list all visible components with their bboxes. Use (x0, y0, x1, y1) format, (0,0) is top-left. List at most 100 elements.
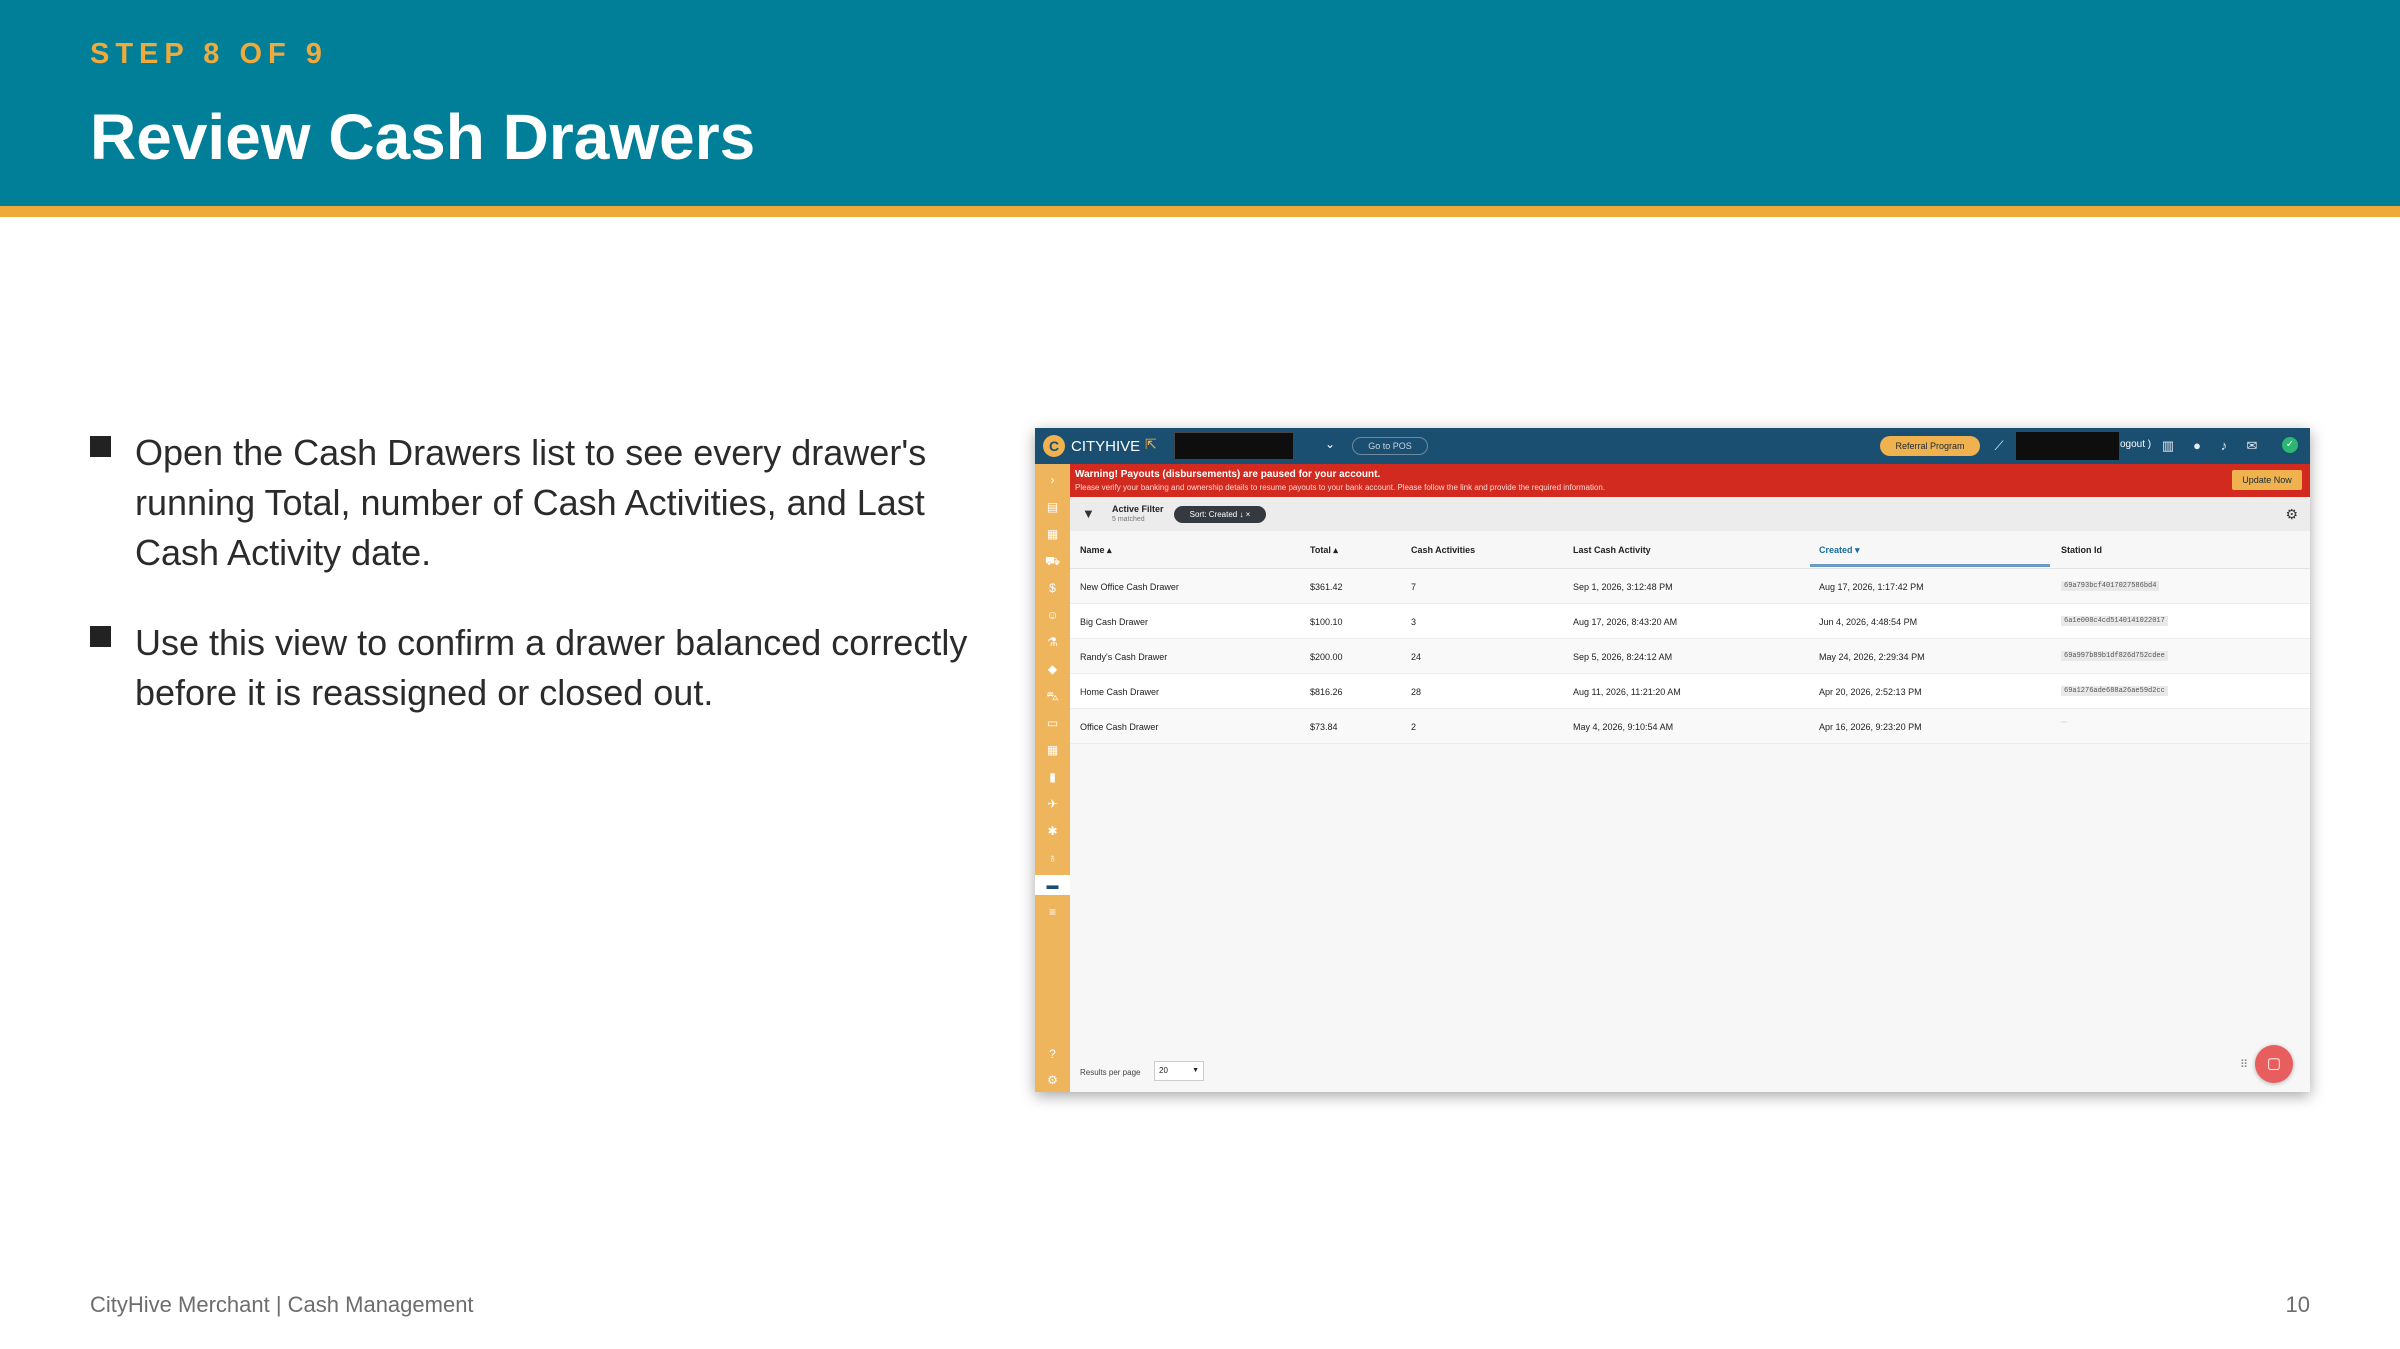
cash-drawer-icon[interactable]: ▬ (1035, 875, 1070, 895)
bullet-square-icon (90, 436, 111, 457)
analytics-icon[interactable]: ▥ (2159, 437, 2177, 455)
store-selector[interactable] (1174, 432, 1294, 460)
slide-header: STEP 8 OF 9 Review Cash Drawers (0, 0, 2400, 206)
dollar-icon[interactable]: $ (1035, 578, 1070, 598)
lightbulb-icon[interactable]: ♁ (1035, 848, 1070, 868)
update-now-button[interactable]: Update Now (2232, 470, 2302, 490)
puzzle-icon[interactable]: ✱ (1035, 821, 1070, 841)
slide: STEP 8 OF 9 Review Cash Drawers Open the… (0, 0, 2400, 1349)
id-card-icon[interactable]: ▭ (1035, 713, 1070, 733)
filter-funnel-icon[interactable]: ▼ (1082, 506, 1095, 521)
book-icon[interactable]: ▮ (1035, 767, 1070, 787)
filter-bar: ▼ Active Filter 5 matched Sort: Created … (1070, 497, 2310, 531)
step-indicator: STEP 8 OF 9 (90, 38, 328, 70)
external-link-icon[interactable]: ⇱ (1145, 436, 1161, 452)
chart-icon[interactable]: ⟋ (1990, 437, 2008, 455)
table-row[interactable]: New Office Cash Drawer $361.42 7 Sep 1, 202… (1070, 569, 2310, 604)
payout-warning-banner: Warning! Payouts (disbursements) are pau… (1070, 464, 2310, 497)
database-icon[interactable]: ≡ (1035, 902, 1070, 922)
cell-total: $73.84 (1310, 722, 1338, 732)
cell-name: Big Cash Drawer (1080, 617, 1149, 627)
brand-name: CITYHIVE (1071, 438, 1141, 455)
gear-icon[interactable]: ⚙ (2285, 506, 2298, 523)
bullet-square-icon (90, 626, 111, 647)
cell-total: $361.42 (1310, 582, 1343, 592)
flask-icon[interactable]: ⚗ (1035, 632, 1070, 652)
cell-total: $100.10 (1310, 617, 1343, 627)
column-header-cash-activities[interactable]: Cash Activities (1411, 545, 1475, 555)
notifications-icon[interactable]: ✉ (2243, 437, 2261, 455)
matched-count: 5 matched (1112, 516, 1145, 523)
plane-icon[interactable]: ✈ (1035, 794, 1070, 814)
column-header-created[interactable]: Created ▾ (1819, 545, 1860, 556)
inventory-icon[interactable]: ▦ (1035, 524, 1070, 544)
settings-icon[interactable]: ⚙ (1035, 1070, 1070, 1090)
cell-total: $200.00 (1310, 652, 1343, 662)
cell-created: Apr 16, 2026, 9:23:20 PM (1819, 722, 1922, 732)
cell-name: New Office Cash Drawer (1080, 582, 1179, 592)
app-sidebar: › ▤ ▦ ⛟ $ ☺ ⚗ ◆ ⛍ ▭ ▦ ▮ ✈ ✱ ♁ ▬ ≡ ? ⚙ (1035, 464, 1070, 1092)
dashboard-icon[interactable]: ▤ (1035, 497, 1070, 517)
bullet-text: Open the Cash Drawers list to see every … (135, 432, 927, 573)
app-topbar: C CITYHIVE ⇱ ⌄ Go to POS Referral Progra… (1035, 428, 2310, 464)
active-filter-label: Active Filter (1112, 504, 1164, 514)
tag-icon[interactable]: ◆ (1035, 659, 1070, 679)
table-row[interactable]: Home Cash Drawer $816.26 28 Aug 11, 2026, 1… (1070, 674, 2310, 709)
help-icon[interactable]: ? (1035, 1044, 1070, 1064)
cell-cash-activities: 3 (1411, 617, 1417, 627)
table-row[interactable]: Office Cash Drawer $73.84 2 May 4, 2026, 9:… (1070, 709, 2310, 744)
user-menu[interactable] (2016, 432, 2119, 460)
cell-created: Apr 20, 2026, 2:52:13 PM (1819, 687, 1922, 697)
cell-last-cash-activity: Aug 11, 2026, 11:21:20 AM (1573, 687, 1681, 697)
column-header-name[interactable]: Name ▴ (1080, 545, 1112, 556)
cell-cash-activities: 7 (1411, 582, 1417, 592)
app-screenshot: C CITYHIVE ⇱ ⌄ Go to POS Referral Progra… (1035, 428, 2310, 1092)
table-row[interactable]: Randy's Cash Drawer $200.00 24 Sep 5, 2026,… (1070, 639, 2310, 674)
chat-support-button[interactable]: ▢ (2255, 1045, 2293, 1083)
column-header-last-cash-activity[interactable]: Last Cash Activity (1573, 545, 1651, 555)
customers-icon[interactable]: ☺ (1035, 605, 1070, 625)
drag-handle-icon[interactable]: ⠿ (2240, 1058, 2248, 1071)
cell-total: $816.26 (1310, 687, 1343, 697)
status-check-icon: ✓ (2282, 437, 2298, 453)
chevron-down-icon[interactable]: ⌄ (1325, 437, 1335, 451)
bullet-item: Open the Cash Drawers list to see every … (90, 428, 990, 578)
bullet-list: Open the Cash Drawers list to see every … (90, 428, 990, 758)
cell-name: Home Cash Drawer (1080, 687, 1160, 697)
bullet-text: Use this view to confirm a drawer balanc… (135, 622, 968, 713)
results-per-page-label: Results per page (1080, 1068, 1141, 1077)
cell-name: Office Cash Drawer (1080, 722, 1159, 732)
cell-created: Aug 17, 2026, 1:17:42 PM (1819, 582, 1924, 592)
cell-station-id: 69a793bcf4017027586bd4 (2061, 581, 2160, 591)
cityhive-logo-icon[interactable]: C (1043, 435, 1065, 457)
cell-station-id: 6a1e008c4cd5140141022017 (2061, 616, 2168, 626)
table-header-row: Name ▴ Total ▴ Cash Activities Last Cash… (1070, 531, 2310, 569)
calendar-icon[interactable]: ▦ (1035, 740, 1070, 760)
sort-filter-chip[interactable]: Sort: Created ↓ × (1174, 506, 1266, 523)
bullet-item: Use this view to confirm a drawer balanc… (90, 618, 990, 718)
cell-name: Randy's Cash Drawer (1080, 652, 1168, 662)
warning-title: Warning! Payouts (disbursements) are pau… (1075, 469, 1381, 480)
referral-program-button[interactable]: Referral Program (1880, 436, 1980, 456)
logout-link[interactable]: ogout ) (2120, 439, 2151, 450)
bell-icon[interactable]: ♪ (2215, 437, 2233, 455)
delivery-icon[interactable]: ⛍ (1035, 686, 1070, 706)
go-to-pos-button[interactable]: Go to POS (1352, 437, 1428, 455)
page-number: 10 (2285, 1292, 2310, 1317)
results-per-page-select[interactable]: 20 ▼ (1154, 1061, 1204, 1081)
footer-text: CityHive Merchant | Cash Management (90, 1292, 474, 1317)
cell-created: May 24, 2026, 2:29:34 PM (1819, 652, 1925, 662)
chat-bubbles-icon[interactable]: ● (2188, 437, 2206, 455)
cart-icon[interactable]: ⛟ (1035, 551, 1070, 571)
expand-chevron-icon[interactable]: › (1035, 470, 1070, 490)
column-header-station-id[interactable]: Station Id (2061, 545, 2102, 555)
cell-cash-activities: 2 (1411, 722, 1417, 732)
cell-station-id: 69a1276ade688a26ae59d2cc (2061, 686, 2168, 696)
cell-cash-activities: 24 (1411, 652, 1422, 662)
cell-cash-activities: 28 (1411, 687, 1422, 697)
cell-last-cash-activity: Sep 5, 2026, 8:24:12 AM (1573, 652, 1673, 662)
cell-last-cash-activity: Sep 1, 2026, 3:12:48 PM (1573, 582, 1673, 592)
table-row[interactable]: Big Cash Drawer $100.10 3 Aug 17, 2026, 8:4… (1070, 604, 2310, 639)
slide-title: Review Cash Drawers (90, 101, 756, 173)
column-header-total[interactable]: Total ▴ (1310, 545, 1338, 556)
